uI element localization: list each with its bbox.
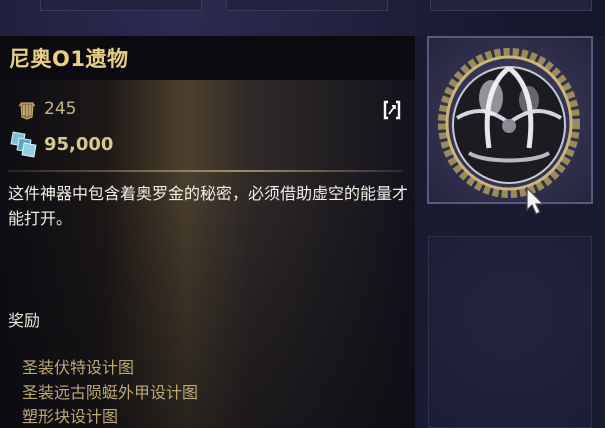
top-tile bbox=[226, 0, 388, 11]
credits-value: 95,000 bbox=[44, 134, 114, 155]
ticket-value: 245 bbox=[44, 99, 77, 119]
item-title: 尼奥O1遗物 bbox=[9, 47, 129, 71]
reward-item: 圣装伏特设计图 bbox=[22, 358, 135, 377]
rewards-heading: 奖励 bbox=[8, 311, 41, 330]
section-divider bbox=[8, 170, 403, 172]
top-tile bbox=[40, 0, 202, 11]
void-relic-image bbox=[438, 48, 580, 198]
top-background-strip bbox=[0, 0, 605, 36]
mouse-cursor-icon bbox=[526, 186, 545, 215]
relic-image-frame[interactable] bbox=[427, 36, 593, 204]
item-description: 这件神器中包含着奥罗金的秘密，必须借助虚空的能量才能打开。 bbox=[8, 184, 409, 228]
crystal-credits-icon bbox=[10, 131, 37, 158]
reward-item: 圣装远古陨蜓外甲设计图 bbox=[22, 383, 199, 402]
panel-header: 尼奥O1遗物 bbox=[0, 36, 415, 80]
reward-item: 塑形块设计图 bbox=[22, 407, 119, 426]
empty-item-slot[interactable] bbox=[428, 236, 592, 428]
ducat-ticket-icon bbox=[18, 102, 36, 120]
expand-toggle-icon[interactable] bbox=[382, 99, 402, 121]
top-tile bbox=[430, 0, 592, 11]
